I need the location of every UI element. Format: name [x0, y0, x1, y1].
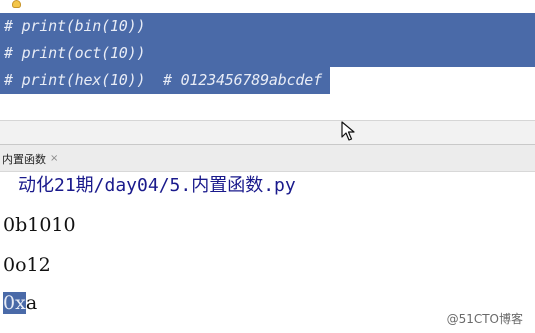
code-line-3[interactable]: # print(hex(10)) # 0123456789abcdef [4, 67, 322, 94]
code-line-1[interactable]: # print(bin(10)) [4, 13, 145, 40]
mouse-pointer-icon [341, 121, 355, 141]
output-line: 0o12 [3, 254, 51, 276]
code-line-2[interactable]: # print(oct(10)) [4, 40, 145, 67]
tab-run-config[interactable]: 内置函数 × [0, 145, 64, 172]
editor-panel-divider[interactable] [0, 120, 535, 144]
intention-bulb-icon[interactable] [12, 0, 22, 9]
run-script-path[interactable]: 动化21期/day04/5.内置函数.py [18, 172, 296, 200]
selected-text: 0x [3, 292, 26, 314]
output-line: 0b1010 [3, 214, 76, 236]
output-text: a [25, 292, 38, 314]
run-tab-strip: 内置函数 × [0, 144, 535, 172]
close-icon[interactable]: × [50, 153, 58, 164]
code-editor[interactable]: # print(bin(10)) # print(oct(10)) # prin… [0, 0, 535, 120]
watermark: @51CTO博客 [446, 312, 523, 326]
console-output[interactable]: 动化21期/day04/5.内置函数.py 0b1010 0o12 0xa @5… [0, 172, 535, 333]
output-line-selected: 0xa [3, 288, 37, 318]
tab-label: 内置函数 [2, 152, 46, 166]
